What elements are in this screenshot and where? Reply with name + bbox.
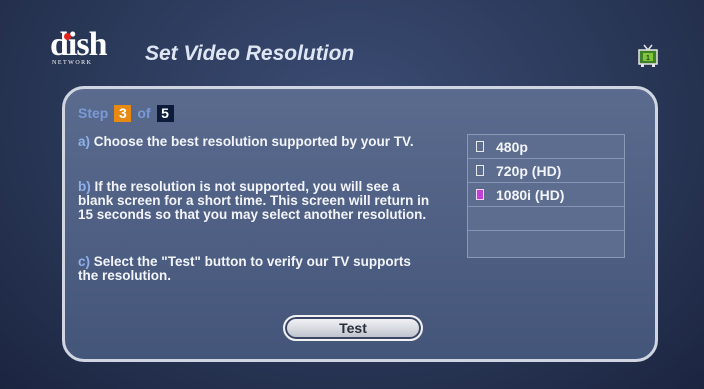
tv-icon: 1 (638, 44, 658, 67)
checkbox-icon (476, 165, 484, 176)
step-of: of (137, 105, 151, 121)
instruction-b-label: b) (78, 179, 91, 194)
logo-dot (64, 33, 71, 40)
svg-text:1: 1 (646, 55, 650, 62)
resolution-option-480p[interactable]: 480p (468, 135, 624, 159)
instruction-a-label: a) (78, 134, 91, 149)
step-current: 3 (114, 104, 132, 122)
resolution-empty-row (468, 207, 624, 231)
resolution-list: 480p 720p (HD) 1080i (HD) (467, 134, 625, 258)
resolution-label: 480p (496, 138, 528, 155)
step-indicator: Step 3 of 5 (78, 104, 174, 122)
instruction-a-text: Choose the best resolution supported by … (93, 134, 414, 149)
checkbox-icon (476, 141, 484, 152)
instruction-b: b) If the resolution is not supported, y… (78, 180, 433, 222)
step-prefix: Step (78, 105, 109, 121)
logo-word: dish (50, 26, 107, 63)
resolution-label: 1080i (HD) (496, 186, 565, 203)
test-button[interactable]: Test (283, 315, 423, 341)
instruction-a: a) Choose the best resolution supported … (78, 135, 433, 149)
logo-sub: NETWORK (52, 60, 93, 66)
resolution-option-1080i[interactable]: 1080i (HD) (468, 183, 624, 207)
resolution-empty-row (468, 231, 624, 255)
resolution-option-720p[interactable]: 720p (HD) (468, 159, 624, 183)
instruction-c-text: Select the "Test" button to verify our T… (78, 254, 411, 283)
instruction-c: c) Select the "Test" button to verify ou… (78, 255, 433, 283)
instruction-b-text: If the resolution is not supported, you … (78, 179, 430, 222)
instruction-c-label: c) (78, 254, 91, 269)
resolution-label: 720p (HD) (496, 162, 562, 179)
dish-logo: dish NETWORK (50, 26, 134, 72)
tv-screen: dish NETWORK Set Video Resolution 1 Step… (0, 0, 704, 389)
selected-marker-icon (476, 189, 484, 200)
header: dish NETWORK Set Video Resolution 1 (0, 0, 704, 78)
step-total: 5 (156, 104, 174, 122)
page-title: Set Video Resolution (145, 42, 355, 65)
